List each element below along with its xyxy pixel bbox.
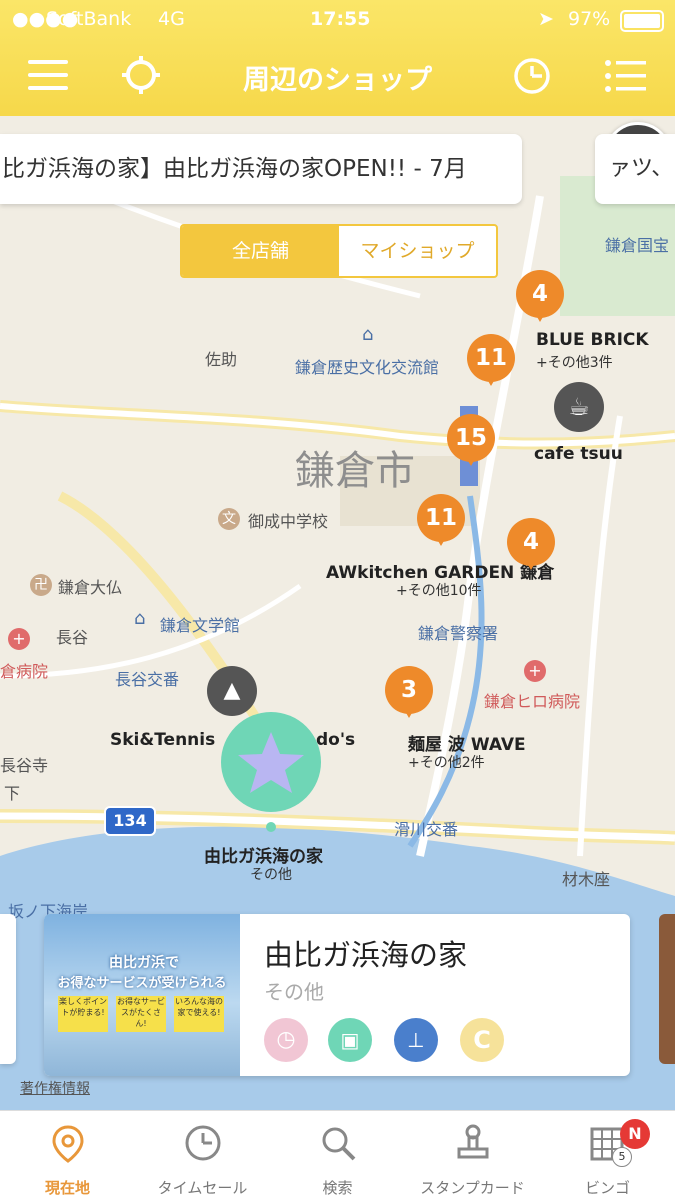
shop-category-icon[interactable]: ▲ — [207, 666, 257, 716]
prev-card-edge[interactable] — [0, 914, 16, 1064]
point-icon: C — [460, 1018, 504, 1062]
timesale-icon[interactable] — [512, 56, 552, 96]
shop-card[interactable]: 由比ガ浜で お得なサービスが受けられる 楽しくポイントが貯まる! お得なサービス… — [44, 914, 630, 1076]
banner-line2: お得なサービスが受けられる — [57, 976, 227, 991]
hospital-icon: + — [524, 660, 546, 682]
next-card-edge[interactable] — [659, 914, 675, 1064]
map-label-hasedera: 長谷寺 — [0, 756, 49, 775]
card-shop-category: その他 — [264, 980, 324, 1004]
tab-timesale[interactable]: タイムセール — [135, 1111, 270, 1201]
card-shop-title: 由比ガ浜海の家 — [264, 938, 468, 972]
map-label-bungakukan: 鎌倉文学館 — [160, 616, 241, 635]
tab-label: タイムセール — [157, 1179, 248, 1197]
temple-icon: 卍 — [30, 574, 52, 596]
coupon-icon: ▣ — [328, 1018, 372, 1062]
map-label-city: 鎌倉市 — [295, 448, 415, 494]
news-ticker[interactable]: 比ガ浜海の家】由比ガ浜海の家OPEN!! - 7月 — [0, 134, 522, 204]
tab-label: 現在地 — [44, 1179, 90, 1197]
map-label-shita: 下 — [4, 784, 21, 803]
shop-name-label: BLUE BRICK — [536, 330, 649, 350]
map-label-daibutsu: 鎌倉大仏 — [58, 578, 123, 597]
shop-sub-label: +その他3件 — [536, 355, 613, 371]
museum-icon: ⌂ — [134, 608, 146, 629]
shop-banner-image: 由比ガ浜で お得なサービスが受けられる 楽しくポイントが貯まる! お得なサービス… — [44, 914, 240, 1076]
star-icon — [238, 732, 304, 793]
banner-badge: お得なサービスがたくさん! — [116, 996, 166, 1032]
map-label-hiro-hospital: 鎌倉ヒロ病院 — [484, 692, 581, 711]
list-view-icon[interactable] — [604, 58, 646, 94]
shop-name-label: cafe tsuu — [534, 444, 623, 464]
clock: 17:55 — [310, 8, 371, 30]
map-label-hase: 長谷 — [56, 628, 89, 647]
map-label-zaimokuza: 材木座 — [562, 870, 611, 889]
banner-line1: 由比ガ浜で — [109, 955, 179, 971]
tab-label: スタンプカード — [420, 1179, 525, 1197]
copyright-link[interactable]: 著作権情報 — [20, 1078, 90, 1098]
shop-cluster-pin[interactable]: 15 — [447, 414, 495, 466]
map-label-onari: 御成中学校 — [248, 512, 329, 531]
school-icon: 文 — [218, 508, 240, 530]
shop-name-label: do's — [316, 730, 356, 750]
map-pin-icon — [52, 1125, 84, 1163]
hospital-icon: + — [8, 628, 30, 650]
shop-cluster-pin[interactable]: 3 — [385, 666, 433, 718]
bingo-count: 5 — [612, 1147, 632, 1167]
carrier-label: SoftBank — [46, 8, 132, 30]
stamp-icon — [457, 1124, 489, 1159]
app-header: ●●●● SoftBank 4G 17:55 ➤ 97% 周辺のショップ — [0, 0, 675, 116]
shop-sub-label: +その他2件 — [408, 755, 485, 771]
network-label: 4G — [158, 8, 185, 30]
battery-icon — [620, 10, 664, 32]
tab-search[interactable]: 検索 — [270, 1111, 405, 1201]
banner-badge: 楽しくポイントが貯まる! — [58, 996, 108, 1032]
selected-shop-pin[interactable] — [221, 712, 321, 812]
shop-name-label: Ski&Tennis — [110, 730, 216, 750]
new-badge: N — [620, 1119, 650, 1149]
map-label-police: 鎌倉警察署 — [418, 624, 499, 643]
map-label-hase-koban: 長谷交番 — [115, 670, 180, 689]
page-title: 周辺のショップ — [243, 65, 432, 96]
segment-all-shops[interactable]: 全店舗 — [182, 226, 339, 276]
shop-sub-label: その他 — [250, 867, 292, 883]
location-arrow-icon: ➤ — [538, 8, 554, 30]
map-label-namerikawa: 滑川交番 — [394, 820, 459, 839]
timesale-icon: ◷ — [264, 1018, 308, 1062]
tab-bingo[interactable]: 5 N ビンゴ — [540, 1111, 675, 1201]
route-shield: 134 — [104, 806, 156, 836]
tab-current-location[interactable]: 現在地 — [0, 1111, 135, 1201]
map-label-hospital: 倉病院 — [0, 662, 49, 681]
shop-cluster-pin[interactable]: 4 — [516, 270, 564, 322]
coffee-icon[interactable]: ☕ — [554, 382, 604, 432]
tab-stamp-card[interactable]: スタンプカード — [405, 1111, 540, 1201]
banner-badge: いろんな海の家で使える! — [174, 996, 224, 1032]
segment-my-shops[interactable]: マイショップ — [339, 226, 496, 276]
map-label-history: 鎌倉歴史文化交流館 — [295, 358, 440, 377]
tab-bar: 現在地 タイムセール 検索 スタンプカード 5 N ビンゴ — [0, 1110, 675, 1201]
pin-anchor — [266, 822, 276, 832]
tab-label: 検索 — [322, 1179, 353, 1197]
shop-filter-segment: 全店舗 マイショップ — [180, 224, 498, 278]
map-label-kokuho: 鎌倉国宝 — [605, 236, 670, 255]
clock-icon — [185, 1125, 221, 1161]
battery-percent: 97% — [568, 8, 611, 30]
search-icon — [322, 1127, 356, 1161]
shop-cluster-pin[interactable]: 11 — [467, 334, 515, 386]
map-label-sasuke: 佐助 — [205, 350, 238, 369]
shop-cluster-pin[interactable]: 11 — [417, 494, 465, 546]
news-ticker-next[interactable]: ァツ、 — [595, 134, 675, 204]
shop-cluster-pin[interactable]: 4 — [507, 518, 555, 570]
tab-label: ビンゴ — [584, 1179, 630, 1197]
shop-sub-label: +その他10件 — [396, 583, 482, 599]
museum-icon: ⌂ — [362, 324, 374, 345]
stamp-icon: ⊥ — [394, 1018, 438, 1062]
